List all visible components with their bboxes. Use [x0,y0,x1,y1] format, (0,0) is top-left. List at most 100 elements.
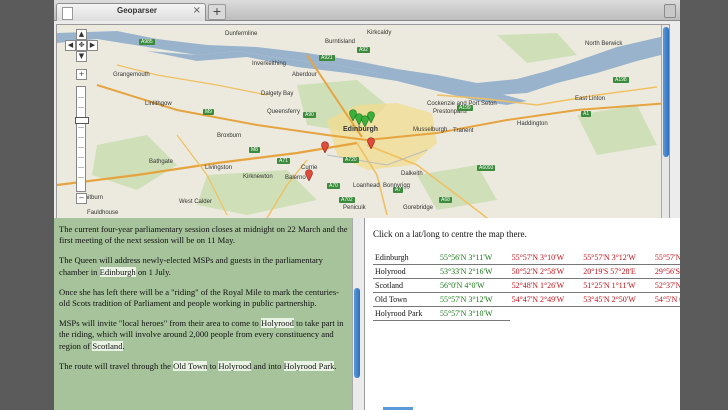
article-pane: The current four-year parliamentary sess… [54,218,360,410]
place-label: Livingston [205,165,233,171]
road-shield: M9 [203,109,214,115]
coordinate-link[interactable]: 55°57'N 3° [652,251,680,265]
hint-text: Click on a lat/long to centre the map th… [373,229,527,239]
place-mention[interactable]: Old Town [173,360,208,371]
coordinate-link-best[interactable]: 55°57'N 3°12'W [437,292,510,307]
pan-down-icon[interactable]: ▼ [76,51,87,62]
place-label: Aberdour [292,72,317,78]
coordinate-link[interactable]: 29°56'S 29 [652,264,680,279]
place-label: Kirkcaldy [367,30,392,36]
place-name-cell: Holyrood [373,264,438,279]
coordinate-link[interactable]: 20°19'S 57°28'E [581,264,653,279]
map-view[interactable]: Dunfermline Burntisland Kirkcaldy North … [56,24,670,219]
place-label: Fauldhouse [87,210,119,216]
article-text-segment: The current four-year parliamentary sess… [59,224,348,246]
zoom-slider-thumb[interactable] [75,117,89,124]
place-label: North Berwick [585,41,623,47]
road-shield: A1 [581,111,592,117]
place-label: Edinburgh [343,126,378,133]
map-scrollbar[interactable] [661,25,669,218]
article-text-segment: Once she has left there will be a "ridin… [59,286,340,309]
pan-up-icon[interactable]: ▲ [76,29,87,40]
zoom-tick [78,137,84,138]
map-marker-red[interactable] [367,137,375,149]
road-shield: A92 [357,47,370,53]
road-shield: A68 [439,197,452,203]
road-shield: A985 [139,39,155,45]
tab-geoparser[interactable]: Geoparser × [56,3,206,21]
road-shield: A720 [343,157,359,163]
place-label: Dalkeith [401,171,423,177]
coordinate-link[interactable]: 50°52'N 2°58'W [509,264,582,279]
coordinate-link[interactable]: 51°25'N 1°11'W [581,278,653,293]
road-shield: A70 [327,183,340,189]
place-label: Queensferry [267,109,301,115]
zoom-tick [78,107,84,108]
road-shield: A90 [303,112,316,118]
place-label: Gorebridge [403,205,434,211]
place-label: Kirknewton [243,174,273,180]
map-marker-red[interactable] [321,141,329,153]
article-paragraph: The current four-year parliamentary sess… [59,224,349,246]
place-mention[interactable]: Holyrood [261,318,294,329]
coordinate-link[interactable]: 55°57'N 3°10'W [509,251,582,265]
table-row: Old Town 55°57'N 3°12'W 54°47'N 2°49'W 53°4… [373,292,680,307]
table-row: Scotland 56°0'N 4°0'W 52°48'N 1°26'W 51°25'… [373,278,680,293]
map-scrollbar-thumb[interactable] [663,27,669,157]
pan-right-icon[interactable]: ▶ [87,40,98,51]
place-label: Burntisland [325,39,356,45]
road-shield: A199 [457,105,473,111]
place-label: Loanhead [353,183,380,189]
place-label: East Linton [575,96,606,102]
place-label: Bathgate [149,159,174,165]
road-shield: A198 [613,77,629,83]
article-paragraph: Once she has left there will be a "ridin… [59,287,349,309]
place-mention[interactable]: Holyrood Park [283,360,335,371]
place-mention[interactable]: Holyrood [218,360,252,371]
pan-left-icon[interactable]: ◀ [65,40,76,51]
coordinate-link[interactable]: 53°45'N 2°50'W [581,292,653,307]
place-name-cell: Old Town [373,292,438,307]
article-paragraph: The route will travel through the Old To… [59,360,349,372]
coordinate-link-best[interactable]: 56°0'N 4°0'W [437,278,510,293]
coordinate-link[interactable]: 52°48'N 1°26'W [509,278,582,293]
center-icon[interactable]: ✥ [76,40,87,51]
road-shield: A702 [339,197,355,203]
article-text-segment: MSPs will invite "local heroes" from the… [59,318,261,329]
new-tab-button[interactable]: + [208,4,226,20]
place-mention[interactable]: Edinburgh [99,266,136,277]
place-label: Dalgety Bay [261,91,294,97]
place-label: Linlithgow [145,101,172,107]
table-row: Holyrood Park 55°57'N 3°10'W [373,306,680,321]
page-icon [62,7,73,20]
place-label: Tranent [453,128,474,134]
place-label: Haddington [517,121,548,127]
zoom-tick [78,157,84,158]
coordinate-link[interactable]: 54°47'N 2°49'W [509,292,582,307]
place-mention[interactable]: Scotland [92,340,123,351]
coordinate-link-best[interactable]: 53°33'N 2°16'W [437,264,510,279]
road-shield: A7 [393,187,404,193]
zoom-slider[interactable] [75,86,89,192]
article-paragraph: MSPs will invite "local heroes" from the… [59,318,349,352]
coordinate-link[interactable]: 52°37'N 2° [652,278,680,293]
zoom-tick [78,97,84,98]
close-icon[interactable]: × [193,5,201,16]
road-shield: A921 [319,55,335,61]
place-name-cell: Scotland [373,278,438,293]
coordinate-link[interactable]: 54°5'N 0°1 [652,292,680,307]
article-text: The current four-year parliamentary sess… [59,224,349,381]
map-marker-red[interactable] [305,169,313,181]
road-shield: A6093 [477,165,496,171]
coordinate-link[interactable]: 55°57'N 3°12'W [581,251,653,265]
article-text-segment: The Queen will address newly-elected MSP… [59,255,323,277]
article-text-segment: on 1 July. [135,266,171,277]
place-name-cell: Holyrood Park [373,306,438,321]
tab-overflow-button[interactable] [664,4,676,18]
zoom-in-button[interactable]: + [76,69,87,80]
coordinate-link-best[interactable]: 55°57'N 3°10'W [437,306,510,321]
zoom-out-button[interactable]: − [76,193,87,204]
map-marker-green[interactable] [367,111,375,123]
article-text-segment: . [334,360,337,371]
coordinate-link-best[interactable]: 55°56'N 3°11'W [437,251,510,265]
